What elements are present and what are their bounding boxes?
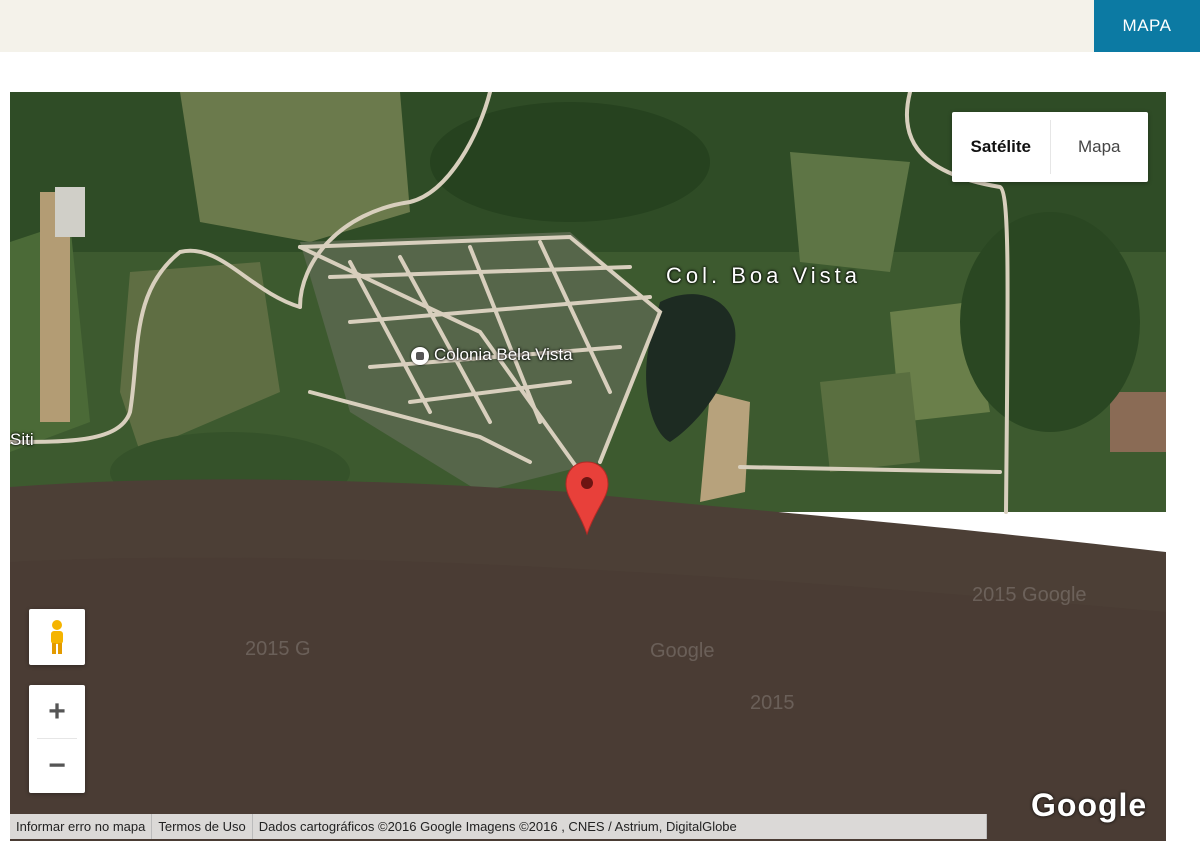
terms-link[interactable]: Termos de Uso — [152, 814, 253, 839]
google-logo: Google — [1031, 787, 1148, 823]
attribution-text: Dados cartográficos ©2016 Google Imagens… — [252, 814, 987, 839]
watermark-1: 2015 Google — [972, 584, 1087, 606]
zoom-out-button[interactable]: − — [29, 739, 85, 792]
map-footer: Informar erro no mapa Termos de Uso Dado… — [10, 814, 987, 839]
watermark-4: 2015 — [750, 692, 795, 714]
zoom-control: + − — [29, 685, 85, 793]
zoom-in-button[interactable]: + — [29, 685, 85, 738]
tab-mapa[interactable]: MAPA — [1094, 0, 1200, 52]
pegman-icon — [51, 620, 63, 654]
report-link[interactable]: Informar erro no mapa — [10, 814, 153, 839]
top-bar — [0, 0, 1200, 52]
area-label: Col. Boa Vista — [666, 263, 862, 288]
street-view-pegman[interactable] — [29, 609, 85, 665]
map-button[interactable]: Mapa — [1051, 112, 1149, 182]
edge-label: Siti — [10, 430, 34, 449]
map-type-control: Satélite Mapa — [952, 112, 1148, 182]
satellite-imagery — [10, 92, 1166, 841]
satellite-button[interactable]: Satélite — [952, 112, 1050, 182]
map-view[interactable]: Colonia Bela Vista Col. Boa Vista Siti 2… — [10, 92, 1166, 841]
settlement-label: Colonia Bela Vista — [434, 345, 573, 364]
watermark-3: Google — [650, 640, 715, 662]
watermark-2: 2015 G — [245, 638, 311, 660]
settlement-poi-icon[interactable] — [411, 347, 429, 365]
